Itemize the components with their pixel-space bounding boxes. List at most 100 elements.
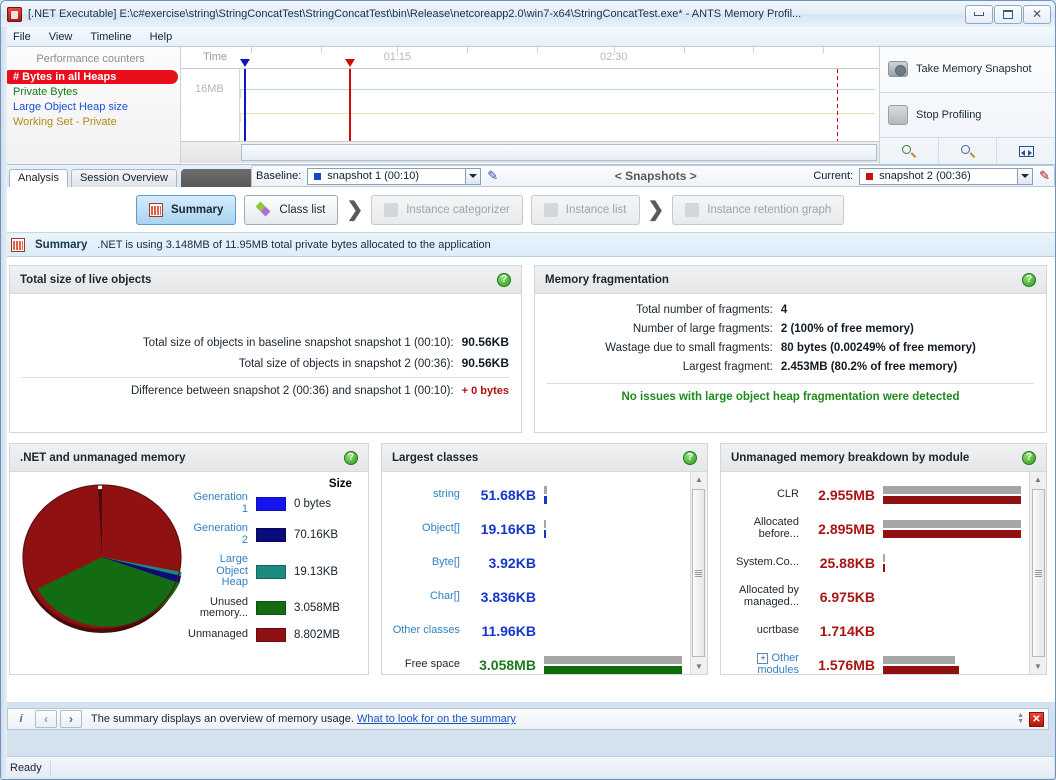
memory-pie-chart (16, 478, 188, 636)
timeline-current-marker[interactable] (344, 59, 355, 141)
stop-profiling-label: Stop Profiling (916, 108, 982, 121)
class-name-object-array[interactable]: Object[] (382, 523, 468, 535)
fragmentation-rows: Total number of fragments: 4 Number of l… (547, 304, 1034, 373)
performance-counters-title: Performance counters (36, 53, 145, 65)
zoom-out-button[interactable] (939, 138, 998, 164)
nav-summary-label: Summary (171, 203, 224, 216)
scroll-up-icon[interactable]: ▲ (1030, 472, 1046, 487)
timeline-scrollbar[interactable] (181, 141, 879, 163)
class-name-char-array[interactable]: Char[] (382, 591, 468, 603)
list-item[interactable]: string 51.68KB (382, 478, 690, 512)
take-memory-snapshot-label: Take Memory Snapshot (916, 63, 1032, 76)
module-value-allocated-before: 2.895MB (818, 521, 875, 537)
maximize-button[interactable] (994, 4, 1022, 24)
take-memory-snapshot-button[interactable]: Take Memory Snapshot (880, 47, 1055, 93)
difference-label: Difference between snapshot 2 (00:36) an… (130, 385, 454, 397)
class-name-other-classes[interactable]: Other classes (382, 625, 468, 637)
list-item[interactable]: Object[] 19.16KB (382, 512, 690, 546)
counter-large-object-heap-size[interactable]: Large Object Heap size (3, 100, 178, 114)
panel-header: Largest classes ? (381, 444, 707, 472)
info-spinner[interactable]: ▲ ▼ (1017, 712, 1024, 725)
class-name-byte-array[interactable]: Byte[] (382, 557, 468, 569)
class-name-string[interactable]: string (382, 489, 468, 501)
list-item[interactable]: Byte[] 3.92KB (382, 546, 690, 580)
menu-file[interactable]: File (5, 29, 39, 45)
tab-analysis[interactable]: Analysis (9, 169, 68, 187)
scroll-thumb[interactable] (692, 489, 706, 657)
list-item[interactable]: Other classes 11.96KB (382, 614, 690, 648)
unmanaged-modules-scrollbar[interactable]: ▲ ▼ (1029, 472, 1046, 674)
module-name-other-modules[interactable]: + Other modules (721, 653, 807, 674)
list-item[interactable]: Char[] 3.836KB (382, 580, 690, 614)
tab-session-overview[interactable]: Session Overview (70, 169, 178, 187)
legend-swatch-generation-1 (255, 496, 286, 511)
counter-bytes-in-all-heaps[interactable]: # Bytes in all Heaps (3, 70, 178, 84)
module-value-ucrtbase: 1.714KB (819, 623, 875, 639)
baseline-label: Baseline: (256, 170, 302, 182)
stop-profiling-button[interactable]: Stop Profiling (880, 93, 1055, 138)
list-item[interactable]: System.Co... 25.88KB (721, 546, 1029, 580)
baseline-combo-arrow[interactable] (465, 168, 481, 184)
scroll-thumb[interactable] (1031, 489, 1045, 657)
menu-help[interactable]: Help (142, 29, 181, 45)
counter-private-bytes[interactable]: Private Bytes (3, 85, 178, 99)
performance-counters-panel: Performance counters # Bytes in all Heap… (1, 47, 181, 164)
zoom-in-button[interactable] (880, 138, 939, 164)
help-icon[interactable]: ? (497, 272, 511, 287)
current-combo[interactable]: snapshot 2 (00:36) (859, 167, 1034, 185)
help-icon[interactable]: ? (343, 450, 358, 465)
help-icon[interactable]: ? (682, 450, 697, 465)
legend-label-generation-2[interactable]: Generation 2 (188, 522, 248, 546)
current-combo-arrow[interactable] (1017, 168, 1033, 184)
largest-classes-rows: string 51.68KB Object[] 19.16KB Byte[] 3… (382, 472, 690, 674)
timeline-chart[interactable]: Time 01:15 02:30 16MB (181, 47, 879, 164)
legend-label-generation-1[interactable]: Generation 1 (188, 491, 248, 515)
legend-value-generation-2: 70.16KB (293, 528, 339, 541)
info-back-button[interactable]: ‹ (35, 710, 57, 728)
counter-working-set-private[interactable]: Working Set - Private (3, 115, 178, 129)
menu-view[interactable]: View (41, 29, 81, 45)
status-text: Ready (2, 759, 51, 776)
nav-class-list-button[interactable]: Class list (244, 194, 339, 225)
minimize-button[interactable] (965, 4, 993, 24)
largest-classes-scrollbar[interactable]: ▲ ▼ (689, 472, 707, 674)
close-button[interactable]: ✕ (1023, 4, 1051, 24)
timeline-tick-0115: 01:15 (383, 51, 412, 63)
menu-timeline[interactable]: Timeline (82, 29, 139, 45)
expand-icon[interactable]: + (757, 653, 769, 665)
info-forward-button[interactable]: › (60, 710, 82, 728)
baseline-combo[interactable]: snapshot 1 (00:10) (307, 167, 482, 185)
timeline-baseline-marker[interactable] (239, 59, 250, 141)
nav-summary-button[interactable]: Summary (136, 194, 237, 225)
timeline-scroll-thumb[interactable] (241, 144, 877, 161)
help-icon[interactable]: ? (1022, 272, 1036, 287)
baseline-edit-icon[interactable]: ✎ (487, 168, 498, 184)
list-item[interactable]: + Other modules 1.576MB (721, 648, 1029, 674)
info-close-button[interactable]: ✕ (1029, 711, 1044, 727)
list-item[interactable]: Allocated before... 2.895MB (721, 512, 1029, 546)
app-icon (7, 6, 22, 22)
info-bar-link[interactable]: What to look for on the summary (357, 713, 516, 725)
legend-item: Unmanaged 8.802MB (188, 627, 356, 642)
scroll-down-icon[interactable]: ▼ (1030, 659, 1046, 674)
unmanaged-modules-body: CLR 2.955MB Allocated before... 2.895MB (721, 472, 1046, 674)
zoom-fit-button[interactable] (997, 138, 1055, 164)
list-item[interactable]: ucrtbase 1.714KB (721, 614, 1029, 648)
help-icon[interactable]: ? (1022, 450, 1036, 465)
nav-instance-retention-graph-button[interactable]: Instance retention graph (672, 194, 845, 225)
list-item[interactable]: CLR 2.955MB (721, 478, 1029, 512)
scroll-up-icon[interactable]: ▲ (691, 472, 707, 487)
list-item[interactable]: Allocated by managed... 6.975KB (721, 580, 1029, 614)
largest-classes-title: Largest classes (391, 451, 479, 464)
current-edit-icon[interactable]: ✎ (1039, 168, 1050, 184)
current-size-label: Total size of objects in snapshot 2 (00:… (238, 358, 454, 370)
instance-retention-graph-icon (685, 202, 700, 217)
scroll-down-icon[interactable]: ▼ (691, 659, 707, 674)
legend-size-header: Size (328, 478, 352, 490)
nav-instance-categorizer-button[interactable]: Instance categorizer (371, 194, 523, 225)
nav-instance-list-button[interactable]: Instance list (530, 194, 640, 225)
legend-label-large-object-heap[interactable]: Large Object Heap (188, 553, 248, 589)
status-bar: Ready (2, 756, 1054, 778)
title-bar: [.NET Executable] E:\c#exercise\string\S… (1, 1, 1055, 27)
module-value-clr: 2.955MB (818, 487, 875, 503)
